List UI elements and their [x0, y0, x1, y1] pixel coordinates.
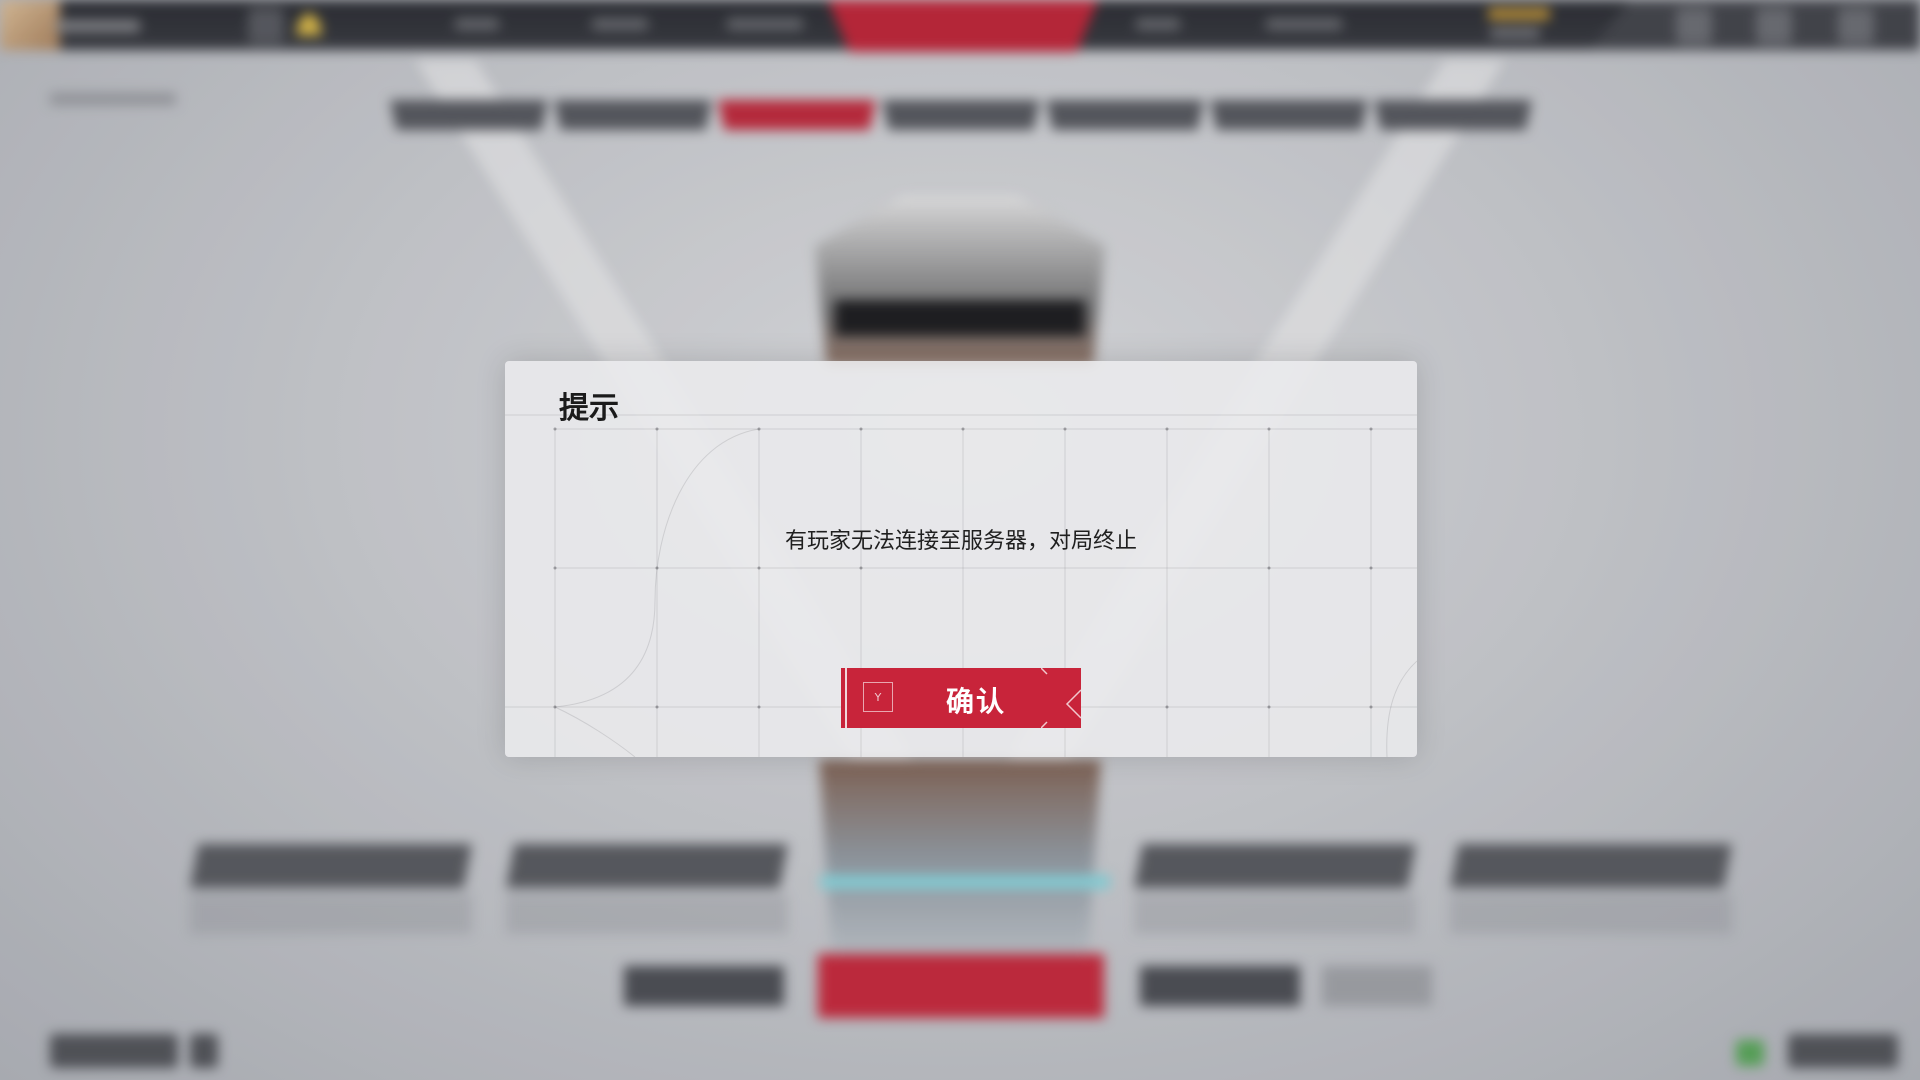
confirm-button[interactable]: Y 确认 [841, 668, 1081, 728]
dialog-message: 有玩家无法连接至服务器，对局终止 [784, 529, 1137, 554]
button-corner-decoration [1041, 668, 1081, 728]
confirm-button-label: 确认 [945, 685, 1006, 718]
dialog-title: 提示 [559, 391, 619, 426]
button-edge-accent [845, 668, 847, 728]
controller-key-icon: Y [863, 682, 893, 712]
alert-dialog: 提示 有玩家无法连接至服务器，对局终止 Y 确认 [505, 361, 1417, 757]
game-lobby-screen: 提示 有玩家无法连接至服务器，对局终止 Y 确认 [0, 0, 1920, 1080]
